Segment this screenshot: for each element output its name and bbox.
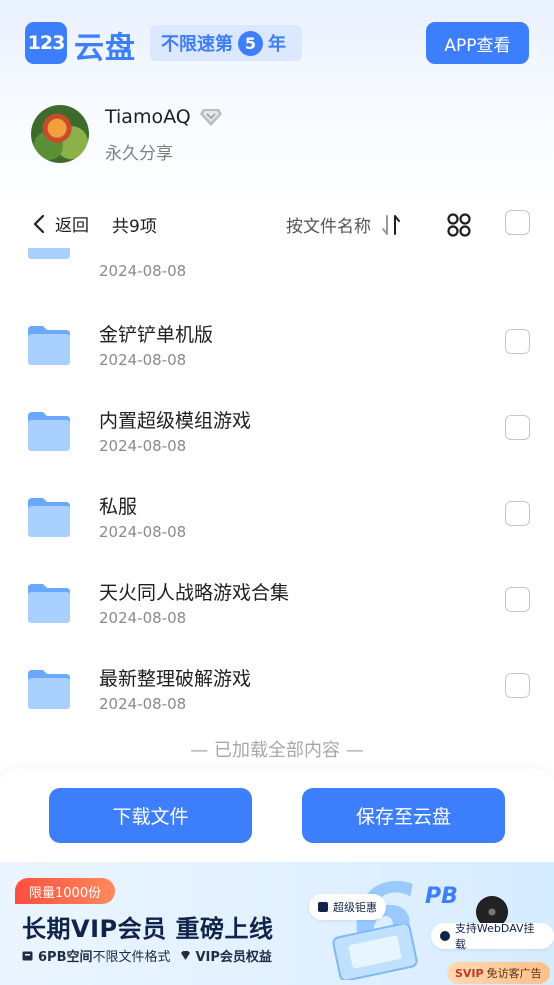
webdav-chip: 支持WebDAV挂载 [431, 922, 554, 951]
row-checkbox[interactable] [505, 587, 530, 612]
file-name: 私服 [99, 496, 138, 518]
list-item[interactable]: 天火同人战略游戏合集 2024-08-08 [0, 556, 554, 642]
row-checkbox[interactable] [505, 501, 530, 526]
back-label: 返回 [55, 216, 89, 236]
promo-badge: 不限速第 5 年 [150, 25, 302, 61]
diamond-small-icon [180, 951, 190, 960]
list-end-note: — 已加载全部内容 — [190, 740, 364, 761]
save-to-cloud-button[interactable]: 保存至云盘 [302, 788, 505, 843]
pb-graphic-label: PB [425, 884, 458, 909]
back-button[interactable]: 返回 [33, 211, 89, 236]
ticket-icon [318, 902, 328, 912]
file-date: 2024-08-08 [99, 523, 187, 541]
super-deal-label: 超级钜惠 [333, 901, 377, 914]
open-app-button[interactable]: APP查看 [426, 22, 529, 64]
svip-text: 免访客广告 [486, 967, 542, 980]
svip-chip: SVIP 免访客广告 [447, 962, 550, 984]
select-all-checkbox[interactable] [505, 210, 530, 235]
folder-icon [28, 670, 70, 709]
folder-icon [28, 498, 70, 537]
row-checkbox[interactable] [505, 415, 530, 440]
folder-icon [28, 248, 70, 259]
file-date: 2024-08-08 [99, 351, 187, 369]
avatar [31, 105, 89, 163]
feature-format: 不限文件格式 [92, 950, 171, 965]
logo-text: 云盘 [74, 31, 136, 66]
list-item[interactable]: 最新整理破解游戏 2024-08-08 [0, 642, 554, 728]
list-item[interactable]: 内置超级模组游戏 2024-08-08 [0, 384, 554, 470]
item-count: 共9项 [112, 217, 157, 237]
folder-icon [28, 412, 70, 451]
list-item[interactable]: 金铲铲单机版 2024-08-08 [0, 298, 554, 384]
feature-vip: VIP会员权益 [195, 950, 272, 965]
feature-storage: 6PB空间 [38, 950, 93, 965]
banner-features: 6PB空间 不限文件格式 VIP会员权益 [22, 946, 272, 965]
vip-promo-banner[interactable]: 6 PB 限量1000份 长期VIP会员 重磅上线 6PB空间 不限文件格式 V… [0, 862, 554, 985]
download-button[interactable]: 下载文件 [49, 788, 252, 843]
file-toolbar: 返回 共9项 按文件名称 [0, 200, 554, 248]
promo-prefix: 不限速第 [161, 34, 233, 55]
file-name: 金铲铲单机版 [99, 324, 214, 346]
grid-view-icon[interactable] [446, 212, 472, 238]
chevron-left-icon [33, 214, 45, 233]
folder-icon [28, 584, 70, 623]
limit-badge: 限量1000份 [15, 878, 116, 904]
share-type: 永久分享 [105, 144, 173, 164]
sort-icon [382, 214, 400, 235]
folder-icon [28, 326, 70, 365]
file-date: 2024-08-08 [99, 437, 187, 455]
svip-label: SVIP [455, 966, 484, 980]
sort-label: 按文件名称 [286, 217, 371, 237]
file-date: 2024-08-08 [99, 609, 187, 627]
folder-small-icon [22, 951, 33, 961]
file-list: 2024-08-08 金铲铲单机版 2024-08-08 内置超级模组游戏 20… [0, 248, 554, 768]
action-bar: 下载文件 保存至云盘 [0, 769, 554, 864]
file-date: 2024-08-08 [99, 262, 187, 280]
diamond-icon [199, 109, 222, 126]
list-item[interactable]: 私服 2024-08-08 [0, 470, 554, 556]
list-item[interactable]: 2024-08-08 [0, 248, 554, 282]
banner-title: 长期VIP会员 重磅上线 [22, 915, 274, 943]
file-date: 2024-08-08 [99, 695, 187, 713]
file-name: 天火同人战略游戏合集 [99, 582, 290, 604]
username: TiamoAQ [105, 106, 191, 128]
promo-number: 5 [238, 30, 263, 56]
webdav-label: 支持WebDAV挂载 [454, 922, 535, 951]
row-checkbox[interactable] [505, 329, 530, 354]
sort-button[interactable]: 按文件名称 [286, 212, 401, 237]
film-strip-icon [332, 924, 418, 980]
file-name: 最新整理破解游戏 [99, 668, 252, 690]
header: 123 云盘 不限速第 5 年 APP查看 [0, 0, 554, 86]
file-name: 内置超级模组游戏 [99, 410, 252, 432]
username-row: TiamoAQ [105, 106, 223, 128]
promo-suffix: 年 [268, 34, 286, 55]
row-checkbox[interactable] [505, 673, 530, 698]
logo-mark: 123 [25, 22, 67, 64]
super-deal-chip: 超级钜惠 [309, 894, 386, 920]
apps-icon [440, 931, 450, 941]
